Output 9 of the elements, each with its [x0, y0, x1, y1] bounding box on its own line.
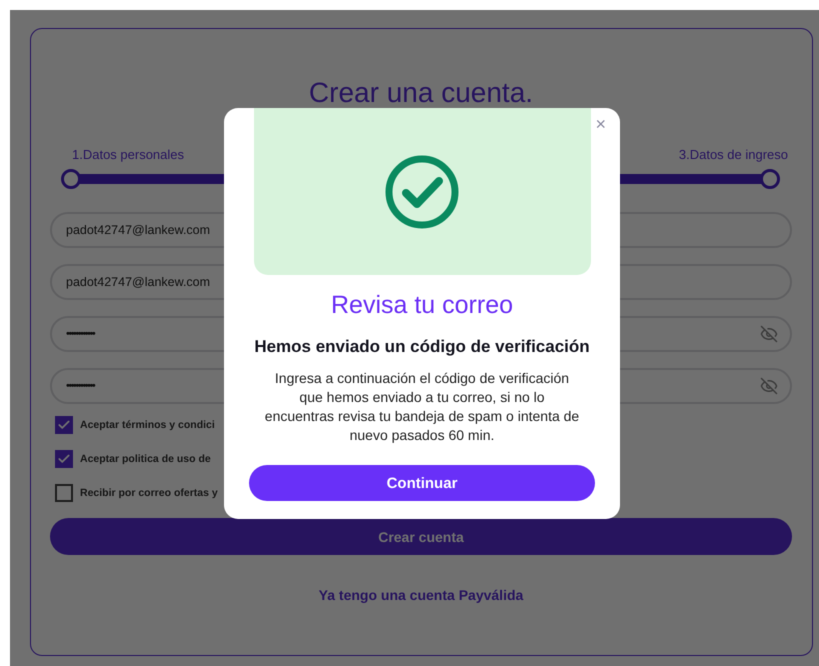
checkbox-label: Recibir por correo ofertas y: [80, 487, 218, 499]
step-label: 1.Datos personales: [72, 147, 184, 162]
dialog-heading: Hemos enviado un código de verificación: [254, 337, 590, 357]
page-title: Crear una cuenta.: [308, 77, 534, 109]
dialog-title: Revisa tu correo: [330, 291, 514, 320]
dialog-message: Ingresa a continuación el código de verificación que hemos enviado a tu correo, si no lo encuentras revisa tu bandeja de spam o intenta de nuevo pasados 60 min.: [264, 369, 580, 445]
step-label: 3.Datos de ingreso: [678, 147, 788, 162]
checkbox-label: Aceptar politica de uso de: [80, 453, 211, 465]
checkbox-label: Aceptar términos y condici: [80, 419, 215, 431]
